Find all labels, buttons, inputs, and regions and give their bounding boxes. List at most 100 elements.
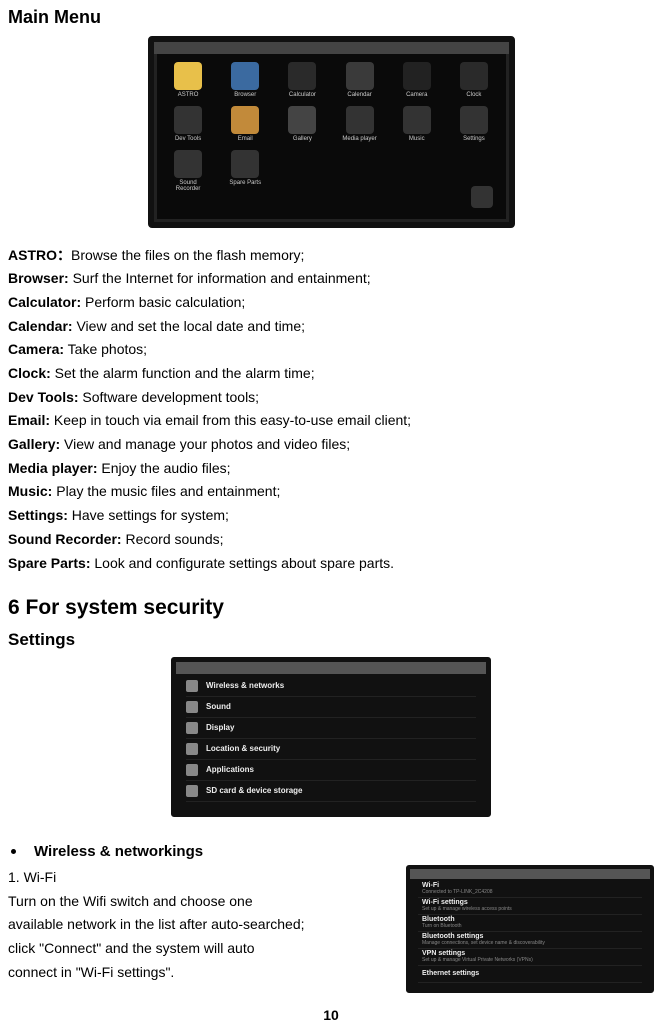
settings-row: Display bbox=[186, 718, 476, 739]
main-menu-screenshot: ASTRO Browser Calculator Calendar Camera Cloc… bbox=[148, 36, 515, 228]
app-icon: Email bbox=[225, 106, 266, 142]
app-icon: Settings bbox=[453, 106, 494, 142]
definition-desc: Look and configurate settings about spar… bbox=[90, 555, 394, 571]
app-icon-label: Spare Parts bbox=[229, 180, 261, 186]
definition-desc: View and manage your photos and video fi… bbox=[60, 436, 350, 452]
wifi-line-2: available network in the list after auto… bbox=[8, 914, 388, 936]
definition-term: Media player: bbox=[8, 460, 97, 476]
status-bar bbox=[154, 42, 509, 54]
app-icon-label: Email bbox=[238, 136, 253, 142]
wifi-line-3: click "Connect" and the system will auto bbox=[8, 938, 388, 960]
app-icon-label: Settings bbox=[463, 136, 485, 142]
app-icon: Calendar bbox=[339, 62, 380, 98]
definition-desc: Perform basic calculation; bbox=[81, 294, 245, 310]
definition-term: Camera: bbox=[8, 341, 64, 357]
app-icon-label: Calendar bbox=[347, 92, 371, 98]
app-icon: Calculator bbox=[282, 62, 323, 98]
settings-row-icon bbox=[186, 680, 198, 692]
wifi-row: VPN settingsSet up & manage Virtual Priv… bbox=[418, 949, 642, 966]
definition-term: Music: bbox=[8, 483, 52, 499]
app-icon-label: Clock bbox=[466, 92, 481, 98]
app-icon-image bbox=[231, 62, 259, 90]
app-icon: Dev Tools bbox=[168, 106, 209, 142]
wifi-row-title: Ethernet settings bbox=[422, 970, 642, 978]
app-icon-label: Calculator bbox=[289, 92, 316, 98]
app-icon: Media player bbox=[339, 106, 380, 142]
app-icon: Spare Parts bbox=[225, 150, 266, 192]
app-icon-label: Gallery bbox=[293, 136, 312, 142]
page-number: 10 bbox=[8, 1005, 654, 1027]
settings-row-label: Display bbox=[206, 722, 234, 734]
app-icon: Browser bbox=[225, 62, 266, 98]
definition-line: Calendar: View and set the local date an… bbox=[8, 316, 654, 338]
app-icon: Camera bbox=[396, 62, 437, 98]
app-icon-image bbox=[460, 62, 488, 90]
settings-row: Location & security bbox=[186, 739, 476, 760]
definition-line: Gallery: View and manage your photos and… bbox=[8, 434, 654, 456]
definition-term: Spare Parts: bbox=[8, 555, 90, 571]
definition-line: Spare Parts: Look and configurate settin… bbox=[8, 553, 654, 575]
status-bar bbox=[176, 662, 486, 674]
definition-term: Browser: bbox=[8, 270, 69, 286]
settings-row-label: SD card & device storage bbox=[206, 785, 302, 797]
definition-desc: Record sounds; bbox=[122, 531, 224, 547]
settings-row-label: Applications bbox=[206, 764, 254, 776]
wifi-row: BluetoothTurn on Bluetooth bbox=[418, 915, 642, 932]
wifi-subheading: 1. Wi-Fi bbox=[8, 867, 388, 889]
settings-row-label: Wireless & networks bbox=[206, 680, 284, 692]
wifi-row-subtitle: Turn on Bluetooth bbox=[422, 924, 642, 930]
definition-term: Gallery: bbox=[8, 436, 60, 452]
definition-desc: Have settings for system; bbox=[68, 507, 229, 523]
definition-line: Dev Tools: Software development tools; bbox=[8, 387, 654, 409]
wifi-settings-screenshot: Wi-FiConnected to TP-LINK_2C4208Wi-Fi se… bbox=[406, 865, 654, 993]
definition-desc: Surf the Internet for information and en… bbox=[69, 270, 371, 286]
definition-line: Camera: Take photos; bbox=[8, 339, 654, 361]
app-icon-label: Browser bbox=[234, 92, 256, 98]
wifi-row-subtitle: Connected to TP-LINK_2C4208 bbox=[422, 890, 642, 896]
bullet-icon bbox=[11, 849, 16, 854]
wifi-row-subtitle: Set up & manage Virtual Private Networks… bbox=[422, 958, 642, 964]
app-icon-image bbox=[174, 150, 202, 178]
definition-term: Calendar: bbox=[8, 318, 73, 334]
definition-desc: Set the alarm function and the alarm tim… bbox=[51, 365, 315, 381]
settings-row-icon bbox=[186, 722, 198, 734]
settings-row-icon bbox=[186, 785, 198, 797]
definition-term: Dev Tools: bbox=[8, 389, 79, 405]
app-icon-image bbox=[231, 106, 259, 134]
wifi-row: Bluetooth settingsManage connections, se… bbox=[418, 932, 642, 949]
definition-line: Sound Recorder: Record sounds; bbox=[8, 529, 654, 551]
app-icon-label: Dev Tools bbox=[175, 136, 201, 142]
wifi-line-1: Turn on the Wifi switch and choose one bbox=[8, 891, 388, 913]
definition-term: ASTRO： bbox=[8, 247, 71, 263]
definition-desc: Browse the files on the flash memory; bbox=[71, 247, 304, 263]
home-icon bbox=[471, 186, 493, 208]
settings-row-label: Location & security bbox=[206, 743, 280, 755]
wifi-row: Ethernet settings bbox=[418, 966, 642, 983]
heading-settings: Settings bbox=[8, 627, 654, 653]
wifi-line-4: connect in "Wi-Fi settings". bbox=[8, 962, 388, 984]
settings-row-label: Sound bbox=[206, 701, 231, 713]
app-icon: ASTRO bbox=[168, 62, 209, 98]
definition-desc: Take photos; bbox=[64, 341, 147, 357]
app-icon: Music bbox=[396, 106, 437, 142]
definition-line: Browser: Surf the Internet for informati… bbox=[8, 268, 654, 290]
settings-screenshot: Wireless & networks Sound Display Location … bbox=[171, 657, 491, 817]
definition-desc: Keep in touch via email from this easy-t… bbox=[50, 412, 411, 428]
app-icon-image bbox=[346, 62, 374, 90]
app-icon: Gallery bbox=[282, 106, 323, 142]
app-icon-image bbox=[346, 106, 374, 134]
wifi-row-subtitle: Manage connections, set device name & di… bbox=[422, 941, 642, 947]
status-bar bbox=[410, 869, 650, 879]
settings-row: Sound bbox=[186, 697, 476, 718]
settings-row-icon bbox=[186, 743, 198, 755]
app-icon-label: Media player bbox=[342, 136, 376, 142]
app-icon-image bbox=[174, 106, 202, 134]
definition-desc: Play the music files and entainment; bbox=[52, 483, 280, 499]
definition-term: Sound Recorder: bbox=[8, 531, 122, 547]
heading-section-6: 6 For system security bbox=[8, 592, 654, 625]
settings-row-icon bbox=[186, 764, 198, 776]
definition-desc: View and set the local date and time; bbox=[73, 318, 305, 334]
app-icon-label: Camera bbox=[406, 92, 427, 98]
app-icon-label: Music bbox=[409, 136, 425, 142]
app-icon-image bbox=[288, 106, 316, 134]
